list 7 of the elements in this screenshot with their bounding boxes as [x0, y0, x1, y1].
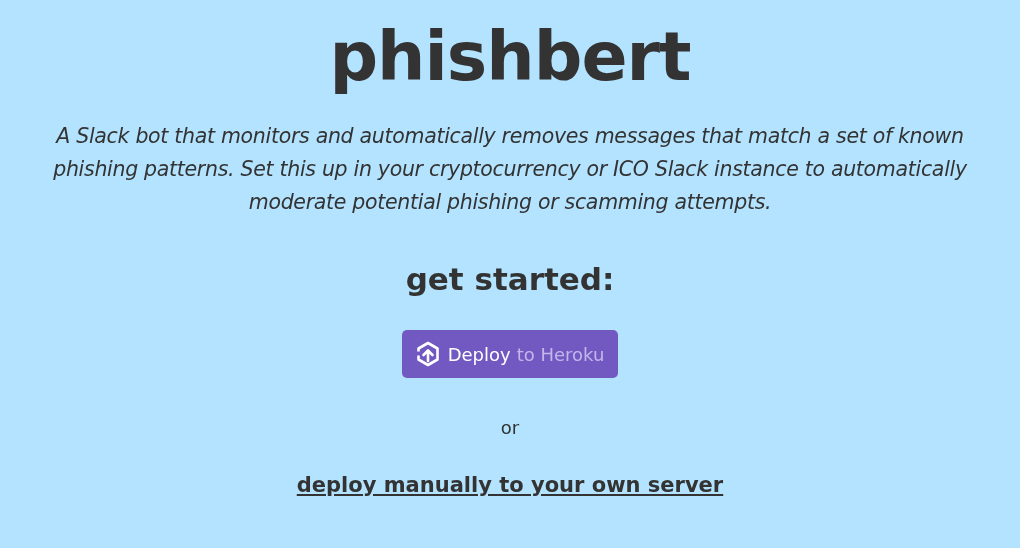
deploy-button[interactable]: Deploy to Heroku — [401, 330, 619, 378]
upload-hexagon-icon — [415, 341, 440, 367]
section-heading: get started: — [405, 260, 615, 299]
page-title: phishbert — [329, 16, 691, 98]
description: A Slack bot that monitors and automatically removes messages that match a set of known phishing patterns. Set this up in your cryptocurrency or ICO Slack instance to automatically moderate potential phishing or scamming attempts. — [52, 123, 968, 216]
or-separator: or — [500, 416, 520, 440]
manual-deploy-link[interactable]: deploy manually to your own server — [296, 470, 724, 500]
